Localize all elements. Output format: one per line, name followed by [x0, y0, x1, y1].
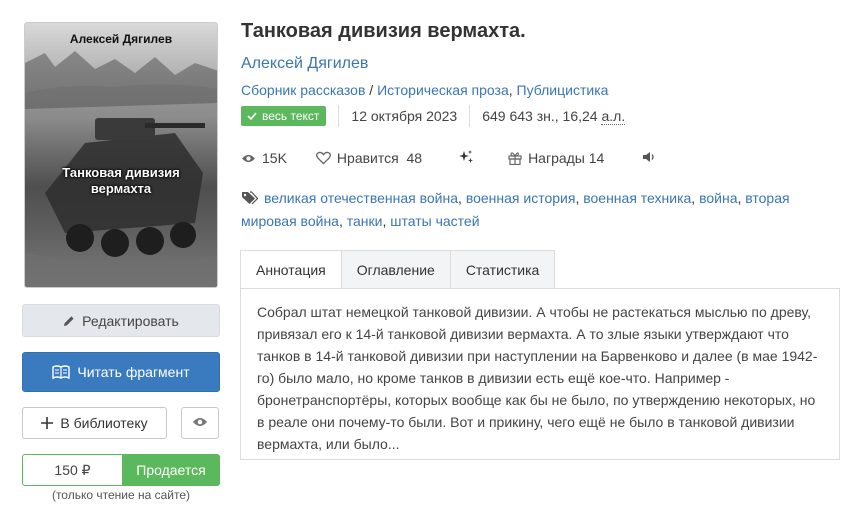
buy-button[interactable]: Продается	[122, 454, 220, 486]
divider	[338, 105, 340, 127]
tab-contents[interactable]: Оглавление	[341, 250, 451, 289]
tab-statistics[interactable]: Статистика	[450, 250, 556, 289]
sparkle-button[interactable]	[458, 149, 474, 168]
divider	[469, 105, 471, 127]
book-title: Танковая дивизия вермахта.	[241, 20, 526, 42]
size-unit[interactable]: а.л.	[601, 108, 626, 125]
book-size: 649 643 зн., 16,24	[482, 108, 598, 124]
pencil-icon	[63, 315, 75, 327]
add-to-library-label: В библиотеку	[60, 415, 148, 431]
book-meta: весь текст 12 октября 2023 649 643 зн., …	[241, 105, 626, 127]
genre-list: Сборник рассказов / Историческая проза, …	[241, 82, 609, 98]
watch-button[interactable]	[181, 407, 219, 439]
views-stat: 15K	[241, 150, 287, 166]
annotation-text: Собрал штат немецкой танковой дивизии. А…	[257, 304, 818, 452]
book-cover[interactable]: Алексей Дягилев Танковая дивизия вермахт…	[24, 22, 218, 288]
tag-link[interactable]: военная техника	[583, 190, 691, 206]
heart-icon	[315, 151, 331, 165]
publish-date: 12 октября 2023	[351, 108, 458, 124]
check-icon	[247, 112, 257, 120]
genre-link[interactable]: Историческая проза	[377, 82, 509, 98]
full-text-label: весь текст	[262, 109, 320, 123]
tag-list: великая отечественная война, военная ист…	[241, 190, 790, 229]
tags-icon	[241, 190, 259, 211]
cover-title: Танковая дивизия вермахта	[62, 165, 180, 196]
cover-author: Алексей Дягилев	[69, 32, 173, 46]
sparkles-icon	[458, 149, 474, 168]
cover-photo	[25, 51, 217, 287]
book-stats: 15K Нравится 48 Награды 14	[241, 148, 656, 168]
awards-button[interactable]: Награды 14	[508, 150, 604, 166]
tab-annotation[interactable]: Аннотация	[240, 250, 342, 289]
price-value: 150 ₽	[22, 454, 122, 486]
awards-label: Награды	[528, 150, 585, 166]
like-button[interactable]: Нравится 48	[315, 150, 423, 166]
views-count: 15K	[262, 150, 287, 166]
tag-link[interactable]: военная история	[466, 190, 576, 206]
annotation-panel: Собрал штат немецкой танковой дивизии. А…	[240, 288, 840, 460]
awards-count: 14	[588, 150, 605, 166]
book-open-icon	[52, 365, 71, 379]
genre-link[interactable]: Публицистика	[517, 82, 609, 98]
edit-button-label: Редактировать	[82, 312, 179, 329]
full-text-badge: весь текст	[241, 106, 327, 126]
speaker-icon	[642, 150, 656, 166]
tag-link[interactable]: танки	[347, 213, 383, 229]
gift-icon	[508, 151, 522, 165]
author-link[interactable]: Алексей Дягилев	[241, 55, 368, 73]
tag-link[interactable]: война	[699, 190, 737, 206]
genre-link[interactable]: Сборник рассказов	[241, 82, 365, 98]
tag-link[interactable]: великая отечественная война	[264, 190, 458, 206]
eye-icon	[241, 153, 256, 164]
read-fragment-label: Читать фрагмент	[77, 364, 190, 380]
edit-button[interactable]: Редактировать	[22, 304, 220, 337]
price-note: (только чтение на сайте)	[51, 488, 191, 502]
eye-icon	[192, 415, 208, 431]
tag-link[interactable]: штаты частей	[390, 213, 479, 229]
likes-count: 48	[406, 150, 423, 166]
plus-icon	[41, 417, 54, 429]
add-to-library-button[interactable]: В библиотеку	[22, 407, 167, 439]
tab-bar: Аннотация Оглавление Статистика	[240, 250, 556, 289]
likes-label: Нравится	[336, 150, 399, 166]
read-fragment-button[interactable]: Читать фрагмент	[22, 352, 220, 392]
audio-button[interactable]	[642, 150, 656, 166]
